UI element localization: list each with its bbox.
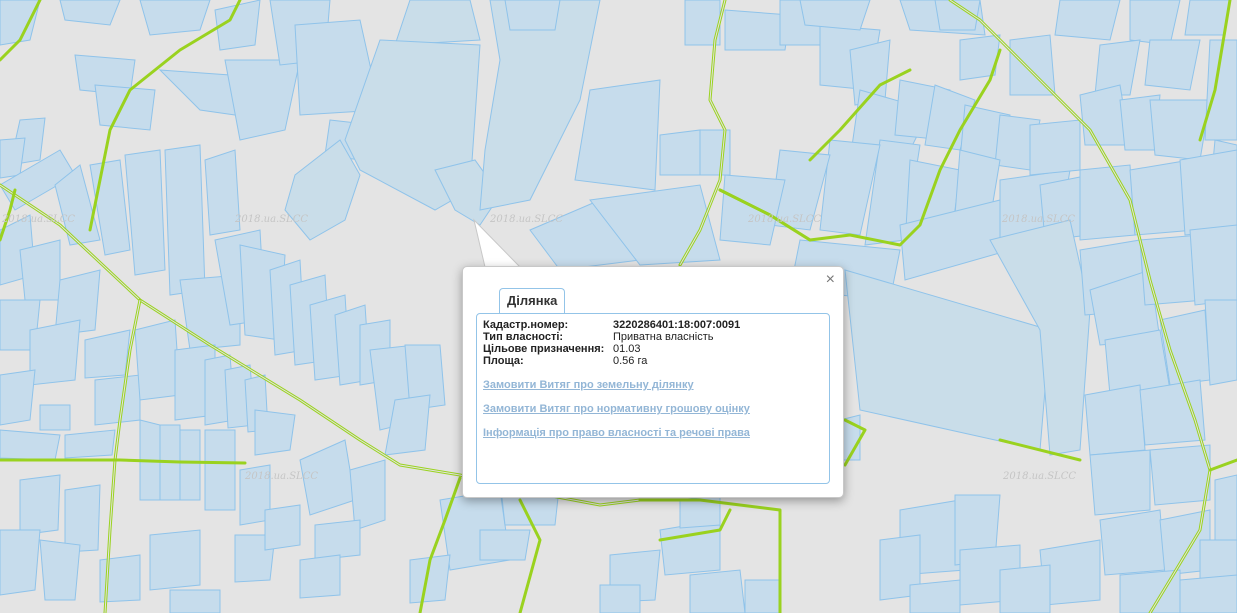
watermark: 2018.ua.SLCC [747,214,821,225]
field-value: 0.56 га [613,355,648,367]
watermark: 2018.ua.SLCC [244,471,318,482]
land-parcel[interactable] [1144,39,1201,91]
field-label: Площа: [483,355,524,367]
field-value: 3220286401:18:007:0091 [613,319,741,331]
land-parcel[interactable] [1139,379,1206,446]
land-parcel[interactable] [264,504,301,551]
parcel-details-panel: Кадастр.номер: 3220286401:18:007:0091 Тип… [476,313,830,484]
land-parcel[interactable] [599,584,641,613]
land-parcel[interactable] [659,519,721,576]
land-parcel[interactable] [0,369,36,426]
land-parcel[interactable] [1214,474,1237,546]
field-label: Цільове призначення: [483,343,605,355]
watermark: 2018.ua.SLCC [1002,471,1076,482]
land-parcel[interactable] [999,564,1051,613]
land-parcel[interactable] [94,84,156,131]
land-parcel[interactable] [744,579,781,613]
land-parcel[interactable] [169,589,221,613]
order-valuation-extract-link[interactable]: Замовити Витяг про нормативну грошову оц… [483,403,750,415]
land-parcel[interactable] [39,539,81,601]
land-parcel[interactable] [909,579,961,613]
field-value: 01.03 [613,343,641,355]
order-land-extract-link[interactable]: Замовити Витяг про земельну ділянку [483,379,694,391]
land-parcel[interactable] [64,429,116,459]
land-parcel[interactable] [1184,0,1231,36]
land-parcel[interactable] [0,429,61,461]
land-parcel[interactable] [1204,299,1237,386]
land-parcel[interactable] [479,529,531,561]
land-parcel[interactable] [1079,164,1136,241]
land-parcel[interactable] [149,529,201,591]
field-cadastral-number: Кадастр.номер: 3220286401:18:007:0091 [483,319,740,331]
ownership-info-link[interactable]: Інформація про право власності та речові… [483,427,750,439]
land-parcel[interactable] [19,474,61,536]
land-parcel[interactable] [689,569,746,613]
land-parcel[interactable] [1054,0,1121,41]
land-parcel[interactable] [39,404,71,431]
field-area: Площа: 0.56 га [483,355,647,367]
land-parcel[interactable] [394,0,481,46]
watermark: 2018.ua.SLCC [489,214,563,225]
watermark: 2018.ua.SLCC [234,214,308,225]
land-parcel[interactable] [1149,99,1211,161]
land-parcel[interactable] [314,519,361,561]
watermark: 2018.ua.SLCC [1001,214,1075,225]
field-value: Приватна власність [613,331,714,343]
land-parcel[interactable] [799,0,871,31]
field-purpose: Цільове призначення: 01.03 [483,343,641,355]
field-label: Кадастр.номер: [483,319,569,331]
watermark: 2018.ua.SLCC [1,214,75,225]
land-parcel[interactable] [1089,449,1151,516]
land-parcel[interactable] [1179,149,1237,236]
land-parcel[interactable] [659,129,701,176]
land-parcel[interactable] [29,319,81,386]
tab-parcel[interactable]: Ділянка [499,288,566,313]
land-parcel[interactable] [1009,34,1056,96]
land-parcel[interactable] [19,239,61,301]
land-parcel[interactable] [204,429,236,511]
land-parcel[interactable] [349,459,386,531]
land-parcel[interactable] [64,484,101,553]
land-parcel[interactable] [164,144,206,296]
parcel-info-popup: × Ділянка Кадастр.номер: 3220286401:18:00… [462,266,844,498]
close-icon[interactable]: × [826,272,835,288]
land-parcel[interactable] [299,554,341,599]
land-parcel[interactable] [134,319,181,401]
land-parcel[interactable] [94,374,141,426]
land-parcel[interactable] [1189,224,1237,306]
land-parcel[interactable] [1179,574,1237,613]
land-parcel[interactable] [1149,444,1211,506]
land-parcel[interactable] [504,0,561,31]
land-parcel[interactable] [0,529,41,596]
land-parcel[interactable] [1099,509,1166,576]
land-parcel[interactable] [254,409,296,456]
land-parcel[interactable] [1084,384,1146,456]
field-ownership-type: Тип власності: Приватна власність [483,331,713,343]
land-parcel[interactable] [959,34,1001,81]
land-parcel[interactable] [1029,119,1081,176]
land-parcel[interactable] [139,0,211,36]
field-label: Тип власності: [483,331,564,343]
land-parcel[interactable] [179,429,201,501]
